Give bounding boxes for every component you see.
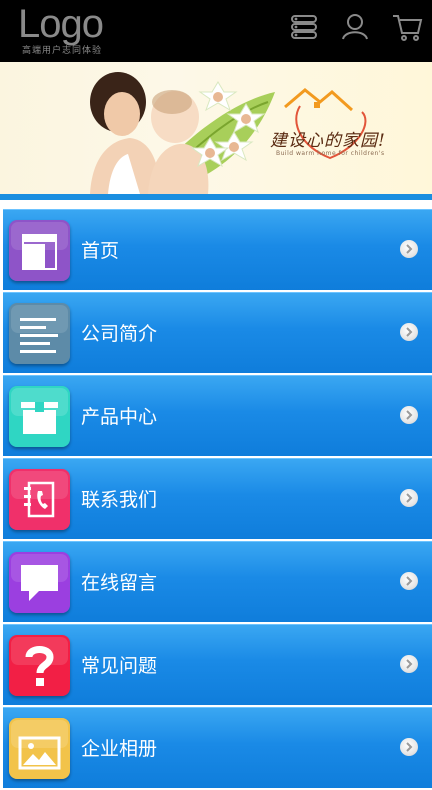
user-icon[interactable]: [338, 10, 372, 44]
chevron-right-icon: [400, 240, 418, 258]
menu-item-label: 公司简介: [81, 323, 158, 345]
menu-item-label: 常见问题: [81, 655, 158, 677]
banner-slogan: 建设心的家园!: [270, 131, 386, 151]
chat-bubble-icon: [9, 552, 70, 613]
menu-item-label: 在线留言: [81, 572, 158, 594]
banner-slogan-sub: Build warm home for children's: [276, 150, 385, 157]
menu-item-contact[interactable]: 联系我们: [3, 458, 432, 539]
menu-item-label: 产品中心: [81, 406, 158, 428]
menu-item-label: 首页: [81, 240, 120, 262]
chevron-right-icon: [400, 655, 418, 673]
logo-tagline: 高端用户志同体验: [22, 46, 103, 56]
hero-banner[interactable]: 建设心的家园! Build warm home for children's: [0, 62, 432, 194]
chevron-right-icon: [400, 323, 418, 341]
phone-book-icon: [9, 469, 70, 530]
text-lines-icon: [9, 303, 70, 364]
menu-item-label: 企业相册: [81, 738, 158, 760]
chevron-right-icon: [400, 738, 418, 756]
top-header: Logo 高端用户志同体验: [0, 0, 432, 62]
chevron-right-icon: [400, 489, 418, 507]
chevron-right-icon: [400, 572, 418, 590]
menu-item-message[interactable]: 在线留言: [3, 541, 432, 622]
site-logo[interactable]: Logo: [18, 2, 104, 46]
main-menu: 首页 公司简介 产品中心 联系我们 在线留言 常见问题 企业相册: [3, 209, 432, 790]
menu-item-products[interactable]: 产品中心: [3, 375, 432, 456]
box-icon: [9, 386, 70, 447]
question-icon: [9, 635, 70, 696]
menu-item-faq[interactable]: 常见问题: [3, 624, 432, 705]
cart-icon[interactable]: [390, 10, 424, 44]
menu-item-home[interactable]: 首页: [3, 209, 432, 290]
home-layout-icon: [9, 220, 70, 281]
menu-item-about[interactable]: 公司简介: [3, 292, 432, 373]
menu-item-album[interactable]: 企业相册: [3, 707, 432, 788]
banner-divider: [0, 194, 432, 200]
chevron-right-icon: [400, 406, 418, 424]
list-icon[interactable]: [287, 10, 321, 44]
menu-item-label: 联系我们: [81, 489, 158, 511]
photo-icon: [9, 718, 70, 779]
